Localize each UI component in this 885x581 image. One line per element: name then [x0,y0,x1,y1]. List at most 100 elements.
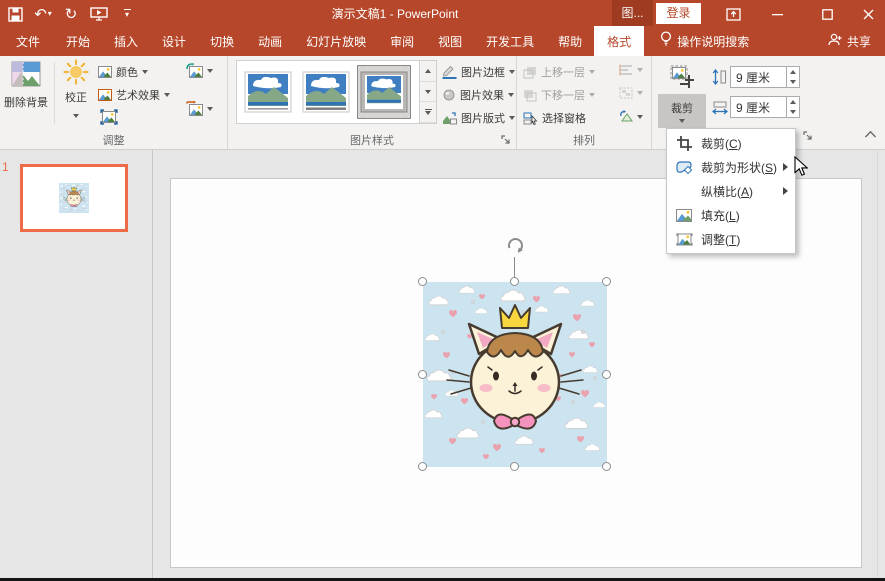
slide-thumbnail-image [59,183,89,213]
undo-dropdown-icon[interactable]: ▾ [48,10,52,18]
resize-handle-mid-right[interactable] [602,370,611,379]
minimize-button[interactable] [760,0,794,28]
picture-layout-button[interactable]: 图片版式 [442,110,515,126]
close-button[interactable] [851,0,885,28]
submenu-arrow-icon [783,163,788,171]
corrections-dropdown-icon[interactable] [73,114,79,118]
bring-forward-icon [523,66,537,79]
group-label-adjust: 调整 [0,132,227,148]
selected-picture[interactable] [423,282,607,467]
menu-item-fit[interactable]: 调整(T) [667,227,795,251]
fit-icon [674,233,694,246]
artistic-effects-button[interactable]: 艺术效果 [98,87,170,103]
picture-style-option-2[interactable] [300,66,352,118]
lightbulb-icon [660,28,672,56]
customize-qat-icon[interactable]: ▾ [118,3,136,25]
tab-design[interactable]: 设计 [150,28,198,56]
crop-button[interactable] [658,58,706,94]
width-spinner[interactable] [786,97,799,117]
crop-icon [674,136,694,151]
slide-panel-divider[interactable] [152,150,153,578]
menu-item-fill[interactable]: 填充(L) [667,203,795,227]
tab-file[interactable]: 文件 [2,28,54,56]
compress-picture-icon[interactable] [100,109,118,128]
rotate-button[interactable] [619,110,643,123]
tab-view[interactable]: 视图 [426,28,474,56]
shape-height-field[interactable]: 9 厘米 [730,66,800,88]
collapse-ribbon-icon[interactable] [864,129,877,141]
height-spinner[interactable] [786,67,799,87]
reset-picture-icon [186,101,203,116]
group-objects-icon [619,87,633,99]
change-picture-icon [186,63,203,78]
maximize-button[interactable] [810,0,844,28]
resize-handle-top-center[interactable] [510,277,519,286]
rotation-handle-icon[interactable] [505,236,525,261]
start-slideshow-icon[interactable] [90,3,108,25]
picture-styles-dialog-launcher-icon[interactable] [501,135,513,147]
change-picture-button[interactable] [186,63,213,78]
size-dialog-launcher-icon[interactable] [803,131,815,143]
gallery-more-icon[interactable] [420,102,436,123]
menu-item-aspect-ratio[interactable]: 纵横比(A) [667,179,795,203]
tab-help[interactable]: 帮助 [546,28,594,56]
crop-button-label[interactable]: 裁剪 [658,94,706,128]
group-picture-styles: 图片边框 图片效果 图片版式 图片样式 [228,56,517,149]
tab-insert[interactable]: 插入 [102,28,150,56]
resize-handle-top-left[interactable] [418,277,427,286]
fill-icon [674,209,694,222]
group-label-picture-styles: 图片样式 [228,132,516,148]
sign-in-button[interactable]: 登录 [656,3,701,24]
group-adjust: 删除背景 校正 颜色 艺术效果 [0,56,228,149]
send-backward-button: 下移一层 [523,87,595,103]
slide-number: 1 [2,160,9,174]
tell-me-search[interactable]: 操作说明搜索 [650,28,759,56]
remove-background-button[interactable]: 删除背景 [1,59,51,110]
resize-handle-bottom-left[interactable] [418,462,427,471]
send-backward-icon [523,89,537,102]
tab-home[interactable]: 开始 [54,28,102,56]
color-button[interactable]: 颜色 [98,64,148,80]
quick-access-toolbar: ↶▾ ↻ ▾ [6,0,136,28]
remove-background-icon [11,59,41,89]
tab-developer[interactable]: 开发工具 [474,28,546,56]
scrollbar-track[interactable] [877,150,878,578]
powerpoint-window: ↶▾ ↻ ▾ 演示文稿1 - PowerPoint 图... 登录 文件 开始 [0,0,885,581]
shape-height-icon [712,69,727,85]
gallery-scrollbar [420,60,437,124]
crop-to-shape-icon [674,160,694,175]
artistic-effects-icon [98,89,112,101]
picture-effects-button[interactable]: 图片效果 [442,87,514,103]
gallery-scroll-down-icon[interactable] [420,82,436,103]
picture-style-option-1[interactable] [242,66,294,118]
menu-item-crop[interactable]: 裁剪(C) [667,131,795,155]
save-icon[interactable] [6,3,24,25]
slide-thumbnail-1[interactable] [20,164,128,232]
resize-handle-mid-left[interactable] [418,370,427,379]
tab-review[interactable]: 审阅 [378,28,426,56]
corrections-button[interactable]: 校正 [57,59,95,121]
resize-handle-top-right[interactable] [602,277,611,286]
resize-handle-bottom-right[interactable] [602,462,611,471]
picture-style-option-3-selected[interactable] [358,66,410,118]
tab-slideshow[interactable]: 幻灯片放映 [294,28,378,56]
tab-transitions[interactable]: 切换 [198,28,246,56]
selection-pane-icon [523,112,538,125]
reset-picture-button[interactable] [186,101,213,116]
menu-item-crop-to-shape[interactable]: 裁剪为形状(S) [667,155,795,179]
picture-tools-contextual-label[interactable]: 图... [612,0,653,26]
selection-pane-button[interactable]: 选择窗格 [523,110,586,126]
rotate-icon [619,110,633,123]
crop-dropdown-menu: 裁剪(C) 裁剪为形状(S) 纵横比(A) 填充(L) [666,128,796,254]
tab-animations[interactable]: 动画 [246,28,294,56]
undo-icon[interactable]: ↶▾ [34,3,52,25]
gallery-scroll-up-icon[interactable] [420,61,436,82]
shape-width-field[interactable]: 9 厘米 [730,96,800,118]
tab-format-active[interactable]: 格式 [594,26,644,58]
picture-border-button[interactable]: 图片边框 [442,64,515,80]
ribbon-display-options-icon[interactable] [716,0,750,28]
share-button[interactable]: 共享 [818,28,881,56]
mouse-cursor [794,156,808,182]
redo-icon[interactable]: ↻ [62,3,80,25]
resize-handle-bottom-center[interactable] [510,462,519,471]
